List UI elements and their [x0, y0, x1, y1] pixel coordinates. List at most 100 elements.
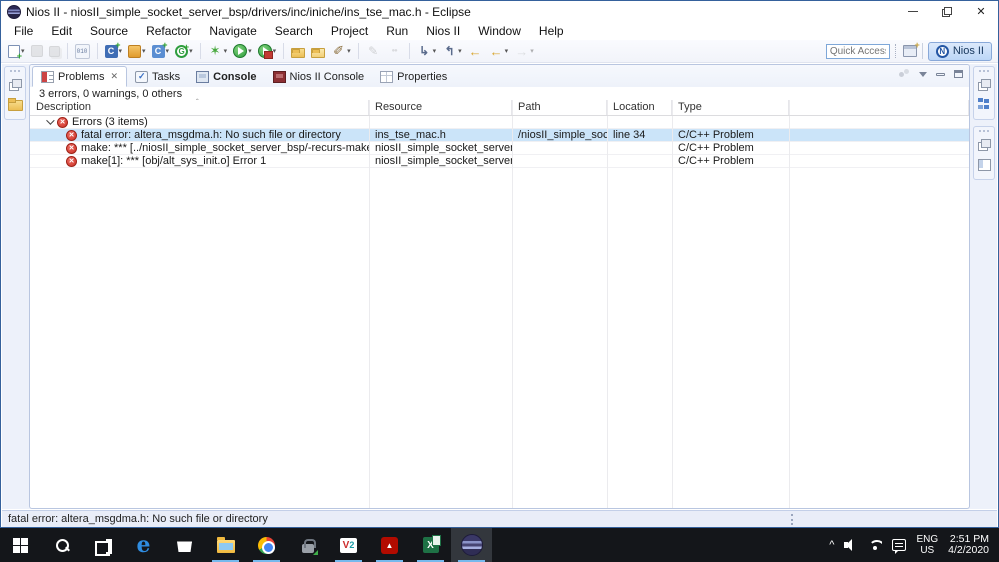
run-icon — [233, 44, 247, 58]
menu-search[interactable]: Search — [266, 24, 322, 38]
dropdown-arrow-icon[interactable]: ▾ — [433, 47, 437, 55]
tab-label: Tasks — [152, 71, 180, 83]
menu-edit[interactable]: Edit — [42, 24, 81, 38]
menu-help[interactable]: Help — [530, 24, 573, 38]
last-edit-location-button[interactable] — [466, 43, 485, 60]
taskbar-chrome-button[interactable] — [246, 528, 287, 562]
project-explorer-icon[interactable] — [7, 96, 23, 112]
maximize-view-icon[interactable] — [954, 70, 963, 78]
eclipse-logo-icon[interactable] — [7, 5, 21, 19]
taskbar-store-button[interactable] — [164, 528, 205, 562]
column-type[interactable]: Type — [672, 100, 789, 115]
open-perspective-icon[interactable] — [903, 45, 917, 57]
filters-icon[interactable] — [898, 69, 910, 79]
column-location[interactable]: Location — [607, 100, 672, 115]
wifi-icon[interactable] — [868, 540, 882, 551]
taskbar-start-button[interactable] — [0, 528, 41, 562]
restore-button[interactable] — [930, 1, 964, 22]
minimize-view-icon[interactable] — [936, 73, 945, 76]
problem-row[interactable]: make[1]: *** [obj/alt_sys_init.o] Error … — [30, 155, 969, 168]
taskbar-search-button[interactable] — [41, 528, 82, 562]
taskbar-excel-button[interactable]: X — [410, 528, 451, 562]
taskbar-acrobat-button[interactable] — [369, 528, 410, 562]
status-bar-grip[interactable] — [791, 514, 793, 525]
dropdown-arrow-icon[interactable]: ▾ — [530, 47, 534, 55]
menu-navigate[interactable]: Navigate — [200, 24, 265, 38]
run-button[interactable]: ▾ — [231, 43, 254, 59]
dropdown-arrow-icon[interactable]: ▾ — [458, 47, 462, 55]
problems-table: Description Resource Path Location Type … — [30, 100, 969, 508]
rail-grip[interactable] — [979, 70, 989, 74]
layout-icon[interactable] — [976, 156, 992, 172]
file-explorer-icon — [217, 540, 235, 553]
debug-button[interactable]: ▾ — [206, 43, 230, 60]
tab-problems[interactable]: Problems ✕ — [32, 66, 127, 87]
dropdown-arrow-icon[interactable]: ▾ — [224, 47, 228, 55]
menu-source[interactable]: Source — [81, 24, 137, 38]
new-wizard-button[interactable]: ▾ — [6, 44, 27, 59]
restore-views-icon[interactable] — [976, 77, 992, 93]
menu-file[interactable]: File — [5, 24, 42, 38]
taskbar-vnc-viewer-button[interactable]: V — [328, 528, 369, 562]
menu-window[interactable]: Window — [469, 24, 530, 38]
column-path[interactable]: Path — [512, 100, 607, 115]
generate-bsp-button[interactable]: 010 — [73, 43, 92, 60]
taskbar-file-explorer-button[interactable] — [205, 528, 246, 562]
open-element-button[interactable] — [289, 44, 307, 59]
dropdown-arrow-icon[interactable]: ▾ — [248, 47, 252, 55]
minimize-button[interactable] — [896, 1, 930, 22]
clock[interactable]: 2:51 PM4/2/2020 — [948, 534, 989, 557]
save-button — [29, 44, 45, 58]
build-configurations-button[interactable]: G▾ — [173, 44, 195, 59]
menu-run[interactable]: Run — [377, 24, 417, 38]
dropdown-arrow-icon[interactable]: ▾ — [142, 47, 146, 55]
dropdown-arrow-icon[interactable]: ▾ — [273, 47, 277, 55]
taskbar-secure-client-button[interactable] — [287, 528, 328, 562]
taskbar-edge-button[interactable]: e — [123, 528, 164, 562]
tab-nios-ii-console[interactable]: Nios II Console — [265, 66, 373, 87]
menu-refactor[interactable]: Refactor — [137, 24, 200, 38]
hidden-icons-chevron-icon[interactable]: ^ — [829, 539, 834, 551]
tab-console[interactable]: Console — [188, 66, 264, 87]
rail-grip[interactable] — [979, 130, 989, 134]
problem-description: fatal error: altera_msgdma.h: No such fi… — [81, 129, 341, 141]
column-resource[interactable]: Resource — [369, 100, 512, 115]
restore-views-icon[interactable] — [976, 137, 992, 153]
quick-access-input[interactable] — [826, 44, 890, 59]
view-menu-icon[interactable] — [919, 72, 927, 77]
problem-row[interactable]: fatal error: altera_msgdma.h: No such fi… — [30, 129, 969, 142]
next-annotation-button[interactable]: ▾ — [415, 43, 439, 60]
perspective-nios-ii-button[interactable]: N Nios II — [928, 42, 992, 61]
volume-icon[interactable] — [844, 539, 858, 551]
new-c-file-button[interactable]: C▾ — [150, 44, 172, 59]
close-button[interactable] — [964, 1, 998, 22]
restore-views-icon[interactable] — [7, 77, 23, 93]
vnc-viewer-icon: V — [340, 538, 357, 553]
menu-project[interactable]: Project — [322, 24, 377, 38]
task-view-icon — [95, 539, 110, 552]
search-button[interactable]: ▾ — [329, 43, 353, 60]
language-indicator[interactable]: ENGUS — [916, 534, 938, 556]
dropdown-arrow-icon[interactable]: ▾ — [505, 47, 509, 55]
taskbar-eclipse-button[interactable] — [451, 528, 492, 562]
menu-nios-ii[interactable]: Nios II — [417, 24, 469, 38]
open-resource-button[interactable] — [309, 44, 327, 59]
problem-row[interactable]: make: *** [../niosII_simple_socket_serve… — [30, 142, 969, 155]
tab-properties[interactable]: Properties — [372, 66, 455, 87]
tab-tasks[interactable]: Tasks — [127, 66, 188, 87]
rail-grip[interactable] — [10, 70, 20, 74]
new-c-project-button[interactable]: C▾ — [103, 44, 125, 59]
back-button[interactable]: ▾ — [487, 43, 511, 60]
column-description[interactable]: Description — [30, 100, 369, 115]
new-make-target-button[interactable]: ▾ — [126, 44, 148, 59]
previous-annotation-button[interactable]: ▾ — [440, 43, 464, 60]
dropdown-arrow-icon[interactable]: ▾ — [189, 47, 193, 55]
dropdown-arrow-icon[interactable]: ▾ — [347, 47, 351, 55]
errors-group-row[interactable]: Errors (3 items) — [30, 116, 969, 129]
close-tab-icon[interactable]: ✕ — [110, 71, 118, 82]
taskbar-task-view-button[interactable] — [82, 528, 123, 562]
outline-icon[interactable] — [976, 96, 992, 112]
expand-chevron-icon[interactable] — [46, 116, 54, 124]
notifications-icon[interactable] — [892, 539, 906, 551]
external-tools-button[interactable]: ▾ — [256, 43, 279, 59]
